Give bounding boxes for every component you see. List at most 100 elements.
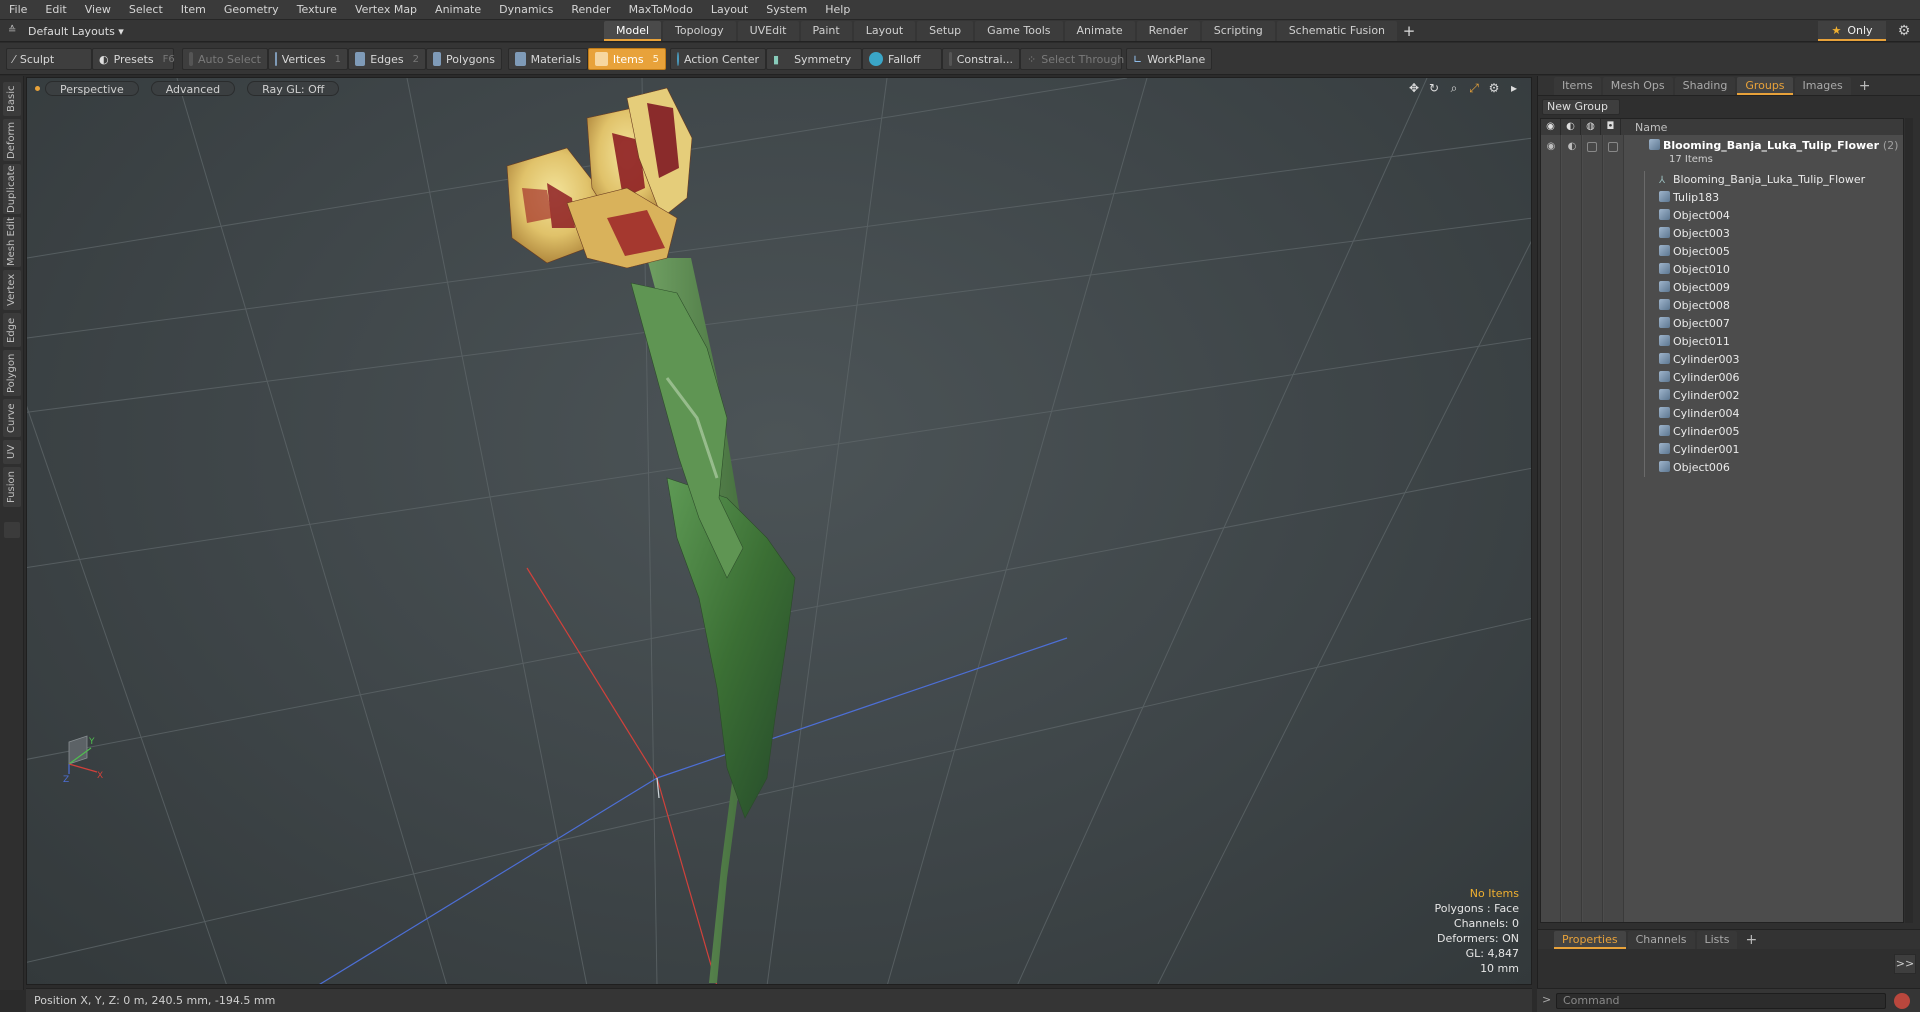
left-tab-fusion[interactable]: Fusion: [3, 467, 21, 507]
viewport-arrow-icon[interactable]: ▸: [1507, 81, 1521, 95]
menu-file[interactable]: File: [0, 0, 36, 20]
raygl-button[interactable]: Ray GL: Off: [247, 81, 340, 96]
constrain-button[interactable]: Constrai...: [942, 48, 1020, 70]
list-item[interactable]: Object007: [1541, 315, 1903, 333]
panel-tab-groups[interactable]: Groups: [1737, 76, 1793, 95]
panel-tab-mesh-ops[interactable]: Mesh Ops: [1602, 76, 1673, 95]
viewport-menu-dot[interactable]: [35, 86, 40, 91]
list-item[interactable]: Cylinder002: [1541, 387, 1903, 405]
groups-list-scrollbar[interactable]: [1905, 118, 1913, 923]
command-arrow-icon[interactable]: >: [1542, 993, 1551, 1006]
panel-tab-add-icon[interactable]: +: [1853, 78, 1877, 94]
group-render-icon[interactable]: ◐: [1566, 141, 1578, 153]
menu-render[interactable]: Render: [562, 0, 619, 20]
menu-layout[interactable]: Layout: [702, 0, 757, 20]
group-row[interactable]: ◉ ◐ Blooming_Banja_Luka_Tulip_Flower (2) 17…: [1541, 137, 1903, 167]
group-lock-checkbox[interactable]: [1587, 142, 1597, 152]
layout-selector[interactable]: ≙ Default Layouts ▾: [8, 22, 124, 40]
items-button[interactable]: Items 5: [588, 48, 666, 70]
list-item[interactable]: Object008: [1541, 297, 1903, 315]
tab-layout[interactable]: Layout: [853, 21, 916, 41]
group-visibility-icon[interactable]: ◉: [1545, 141, 1557, 153]
tab-render[interactable]: Render: [1136, 21, 1200, 41]
left-tab-basic[interactable]: Basic: [3, 82, 21, 116]
command-input[interactable]: Command: [1556, 993, 1886, 1009]
menu-help[interactable]: Help: [816, 0, 859, 20]
tab-uvedit[interactable]: UVEdit: [737, 21, 799, 41]
visibility-column-icon[interactable]: ◉: [1541, 119, 1561, 135]
tab-topology[interactable]: Topology: [663, 21, 736, 41]
menu-maxtomodo[interactable]: MaxToModo: [620, 0, 702, 20]
pan-icon[interactable]: ✥: [1407, 81, 1421, 95]
menu-edit[interactable]: Edit: [36, 0, 75, 20]
menu-animate[interactable]: Animate: [426, 0, 490, 20]
bottom-tab-properties[interactable]: Properties: [1554, 930, 1626, 949]
menu-geometry[interactable]: Geometry: [215, 0, 288, 20]
left-tab-polygon[interactable]: Polygon: [3, 350, 21, 396]
bottom-tab-lists[interactable]: Lists: [1696, 930, 1738, 949]
list-item[interactable]: Object004: [1541, 207, 1903, 225]
left-tab-deform[interactable]: Deform: [3, 119, 21, 161]
tab-game-tools[interactable]: Game Tools: [975, 21, 1063, 41]
select-column-icon[interactable]: ◘: [1601, 119, 1621, 135]
panel-tab-items[interactable]: Items: [1554, 76, 1601, 95]
list-item[interactable]: Object006: [1541, 459, 1903, 477]
3d-viewport[interactable]: Perspective Advanced Ray GL: Off ✥ ↻ ⌕ ⤢…: [26, 77, 1532, 985]
select-through-button[interactable]: ⁘ Select Through: [1020, 48, 1124, 70]
left-tab-uv[interactable]: UV: [3, 440, 21, 464]
falloff-button[interactable]: Falloff: [862, 48, 942, 70]
menu-select[interactable]: Select: [120, 0, 172, 20]
workplane-button[interactable]: ∟ WorkPlane: [1126, 48, 1212, 70]
lock-column-icon[interactable]: ◍: [1581, 119, 1601, 135]
list-item[interactable]: Tulip183: [1541, 189, 1903, 207]
bottom-tab-add-icon[interactable]: +: [1739, 932, 1763, 948]
list-item[interactable]: Cylinder005: [1541, 423, 1903, 441]
list-item[interactable]: Cylinder004: [1541, 405, 1903, 423]
add-tab-icon[interactable]: +: [1399, 21, 1419, 41]
shading-mode-button[interactable]: Advanced: [150, 81, 236, 96]
tab-setup[interactable]: Setup: [917, 21, 974, 41]
list-item[interactable]: ⅄ Blooming_Banja_Luka_Tulip_Flower: [1541, 171, 1903, 189]
stop-icon[interactable]: [1894, 993, 1910, 1009]
action-center-button[interactable]: Action Center: [670, 48, 766, 70]
menu-dynamics[interactable]: Dynamics: [490, 0, 562, 20]
maximize-icon[interactable]: ⤢: [1467, 81, 1481, 95]
list-item[interactable]: Cylinder006: [1541, 369, 1903, 387]
viewport-gear-icon[interactable]: ⚙: [1487, 81, 1501, 95]
toolbox-toggle-icon[interactable]: [4, 522, 20, 538]
list-item[interactable]: Cylinder001: [1541, 441, 1903, 459]
polygons-button[interactable]: Polygons: [426, 48, 502, 70]
menu-texture[interactable]: Texture: [288, 0, 346, 20]
sculpt-button[interactable]: ⁄ Sculpt: [6, 48, 92, 70]
new-group-button[interactable]: New Group: [1542, 99, 1620, 115]
group-select-checkbox[interactable]: [1608, 142, 1618, 152]
left-tab-vertex[interactable]: Vertex: [3, 270, 21, 310]
list-item[interactable]: Cylinder003: [1541, 351, 1903, 369]
tab-paint[interactable]: Paint: [800, 21, 852, 41]
left-tab-mesh-edit[interactable]: Mesh Edit: [3, 217, 21, 267]
left-tab-duplicate[interactable]: Duplicate: [3, 164, 21, 214]
panel-tab-shading[interactable]: Shading: [1674, 76, 1736, 95]
edges-button[interactable]: Edges 2: [348, 48, 426, 70]
rotate-icon[interactable]: ↻: [1427, 81, 1441, 95]
left-tab-edge[interactable]: Edge: [3, 313, 21, 347]
bottom-tab-channels[interactable]: Channels: [1627, 930, 1695, 949]
menu-view[interactable]: View: [76, 0, 120, 20]
auto-select-button[interactable]: Auto Select: [182, 48, 268, 70]
symmetry-button[interactable]: ▮ Symmetry: [766, 48, 862, 70]
view-type-button[interactable]: Perspective: [45, 81, 139, 96]
zoom-icon[interactable]: ⌕: [1447, 81, 1461, 95]
list-item[interactable]: Object011: [1541, 333, 1903, 351]
expand-button[interactable]: >>: [1894, 954, 1916, 974]
render-column-icon[interactable]: ◐: [1561, 119, 1581, 135]
tab-model[interactable]: Model: [604, 21, 662, 41]
presets-button[interactable]: ◐ Presets F6: [92, 48, 175, 70]
menu-item[interactable]: Item: [172, 0, 215, 20]
tab-scripting[interactable]: Scripting: [1201, 21, 1275, 41]
list-item[interactable]: Object003: [1541, 225, 1903, 243]
collapse-icon[interactable]: ≙: [8, 25, 20, 37]
vertices-button[interactable]: Vertices 1: [268, 48, 348, 70]
name-column-header[interactable]: Name: [1621, 121, 1667, 134]
materials-button[interactable]: Materials: [508, 48, 588, 70]
left-tab-curve[interactable]: Curve: [3, 399, 21, 437]
